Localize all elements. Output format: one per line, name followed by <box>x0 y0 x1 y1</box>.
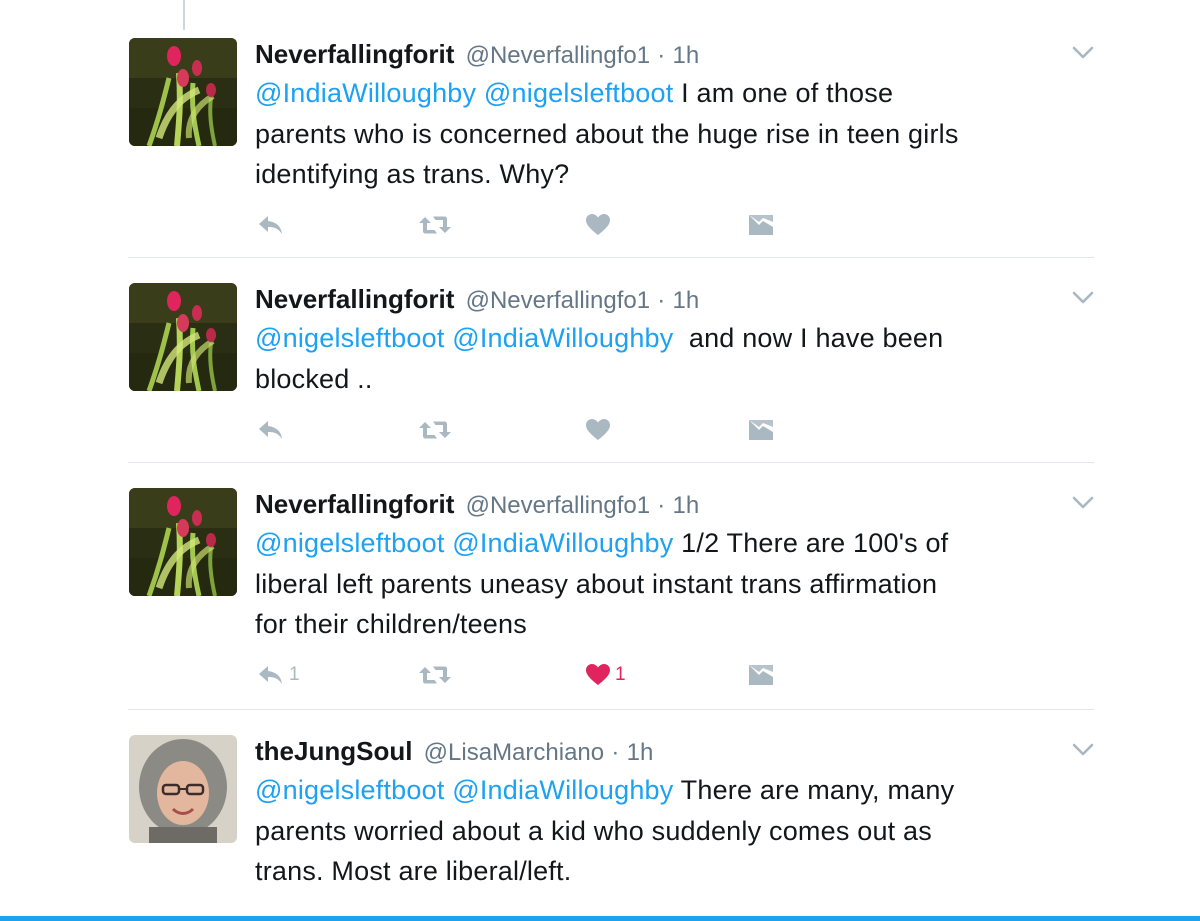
tweet-body-line: parents worried about a kid who suddenly… <box>255 815 932 846</box>
separator-dot: · <box>657 287 666 314</box>
tweet-header: theJungSoul @LisaMarchiano · 1h <box>255 735 1094 767</box>
mention-link[interactable]: @nigelsleftboot <box>484 78 674 108</box>
tweet-header: Neverfallingforit @Neverfallingfo1 · 1h <box>255 488 1094 520</box>
avatar[interactable] <box>129 735 237 843</box>
avatar[interactable] <box>129 283 237 391</box>
heart-icon <box>585 213 611 237</box>
like-button[interactable] <box>585 210 615 240</box>
avatar[interactable] <box>129 488 237 596</box>
retweet-icon <box>417 663 453 687</box>
timestamp[interactable]: 1h <box>627 739 654 766</box>
mention-link[interactable]: @IndiaWilloughby <box>255 78 476 108</box>
tweet-body-line: trans. Most are liberal/left. <box>255 856 572 886</box>
reply-button[interactable] <box>257 415 289 445</box>
reply-icon <box>257 418 285 442</box>
direct-message-icon <box>747 418 775 442</box>
chevron-down-icon[interactable] <box>1072 291 1094 305</box>
tweet-body-line: liberal left parents uneasy about instan… <box>255 568 938 599</box>
tweet-content: theJungSoul @LisaMarchiano · 1h @nigelsl… <box>255 735 1094 892</box>
mention-link[interactable]: @nigelsleftboot <box>255 323 445 353</box>
tweet-text: @IndiaWilloughby @nigelsleftboot I am on… <box>255 73 1094 195</box>
display-name[interactable]: Neverfallingforit <box>255 284 454 314</box>
avatar[interactable] <box>129 38 237 146</box>
tweet[interactable]: theJungSoul @LisaMarchiano · 1h @nigelsl… <box>128 735 1094 921</box>
retweet-button[interactable] <box>417 660 453 690</box>
tweet-actions: 1 1 <box>255 660 795 690</box>
heart-icon <box>585 418 611 442</box>
tweet-body-line: There are many, many <box>680 775 955 805</box>
like-button[interactable] <box>585 415 615 445</box>
direct-message-button[interactable] <box>747 660 775 690</box>
tweet[interactable]: Neverfallingforit @Neverfallingfo1 · 1h … <box>128 283 1094 463</box>
chevron-down-icon[interactable] <box>1072 496 1094 510</box>
tweet-text: @nigelsleftboot @IndiaWilloughby and now… <box>255 318 1094 399</box>
chevron-down-icon[interactable] <box>1072 46 1094 60</box>
user-handle[interactable]: @LisaMarchiano <box>424 739 604 766</box>
tweet-body-line: 1/2 There are 100's of <box>681 528 949 558</box>
tweet-body-line: parents who is concerned about the huge … <box>255 118 959 149</box>
tulip-avatar-image <box>129 38 237 146</box>
reply-count: 1 <box>289 664 300 685</box>
direct-message-icon <box>747 663 775 687</box>
scroll-progress-bar <box>0 916 1200 921</box>
tweet-actions <box>255 415 795 445</box>
tulip-avatar-image <box>129 283 237 391</box>
user-handle[interactable]: @Neverfallingfo1 <box>466 42 650 69</box>
separator-dot: · <box>657 492 666 519</box>
like-count: 1 <box>615 664 626 685</box>
tweet-header: Neverfallingforit @Neverfallingfo1 · 1h <box>255 38 1094 70</box>
heart-icon <box>585 663 611 687</box>
like-button[interactable]: 1 <box>585 660 626 690</box>
chevron-down-icon[interactable] <box>1072 743 1094 757</box>
user-handle[interactable]: @Neverfallingfo1 <box>466 287 650 314</box>
retweet-icon <box>417 418 453 442</box>
thread-connector-line <box>183 0 185 30</box>
tweet-body-line: for their children/teens <box>255 609 527 639</box>
display-name[interactable]: Neverfallingforit <box>255 39 454 69</box>
timestamp[interactable]: 1h <box>673 492 700 519</box>
reply-button[interactable]: 1 <box>257 660 300 690</box>
tweet-content: Neverfallingforit @Neverfallingfo1 · 1h … <box>255 38 1094 195</box>
user-handle[interactable]: @Neverfallingfo1 <box>466 492 650 519</box>
display-name[interactable]: theJungSoul <box>255 736 412 766</box>
reply-icon <box>257 663 285 687</box>
tweet-divider <box>128 462 1094 463</box>
tweet-content: Neverfallingforit @Neverfallingfo1 · 1h … <box>255 283 1094 399</box>
mention-link[interactable]: @nigelsleftboot <box>255 775 445 805</box>
mention-link[interactable]: @IndiaWilloughby <box>452 528 673 558</box>
tweet-divider <box>128 257 1094 258</box>
tweet-content: Neverfallingforit @Neverfallingfo1 · 1h … <box>255 488 1094 645</box>
tweet-text: @nigelsleftboot @IndiaWilloughby There a… <box>255 770 1094 892</box>
reply-button[interactable] <box>257 210 289 240</box>
timestamp[interactable]: 1h <box>673 287 700 314</box>
direct-message-button[interactable] <box>747 210 775 240</box>
tweet-body-line: and now I have been <box>688 323 944 353</box>
direct-message-icon <box>747 213 775 237</box>
mention-link[interactable]: @IndiaWilloughby <box>452 323 673 353</box>
retweet-button[interactable] <box>417 415 453 445</box>
separator-dot: · <box>611 739 620 766</box>
tweet-header: Neverfallingforit @Neverfallingfo1 · 1h <box>255 283 1094 315</box>
reply-icon <box>257 213 285 237</box>
tweet[interactable]: Neverfallingforit @Neverfallingfo1 · 1h … <box>128 488 1094 710</box>
mention-link[interactable]: @nigelsleftboot <box>255 528 445 558</box>
tweet[interactable]: Neverfallingforit @Neverfallingfo1 · 1h … <box>128 38 1094 258</box>
tweet-divider <box>128 709 1094 710</box>
tweet-body-line: identifying as trans. Why? <box>255 159 570 189</box>
timestamp[interactable]: 1h <box>673 42 700 69</box>
mention-link[interactable]: @IndiaWilloughby <box>452 775 673 805</box>
display-name[interactable]: Neverfallingforit <box>255 489 454 519</box>
woman-portrait-avatar-image <box>129 735 237 843</box>
retweet-icon <box>417 213 453 237</box>
tweet-body-line: I am one of those <box>681 78 894 108</box>
tweet-text: @nigelsleftboot @IndiaWilloughby 1/2 The… <box>255 523 1094 645</box>
tweet-body-line: blocked .. <box>255 363 373 394</box>
tweet-actions <box>255 210 795 240</box>
direct-message-button[interactable] <box>747 415 775 445</box>
retweet-button[interactable] <box>417 210 453 240</box>
tulip-avatar-image <box>129 488 237 596</box>
separator-dot: · <box>657 42 666 69</box>
